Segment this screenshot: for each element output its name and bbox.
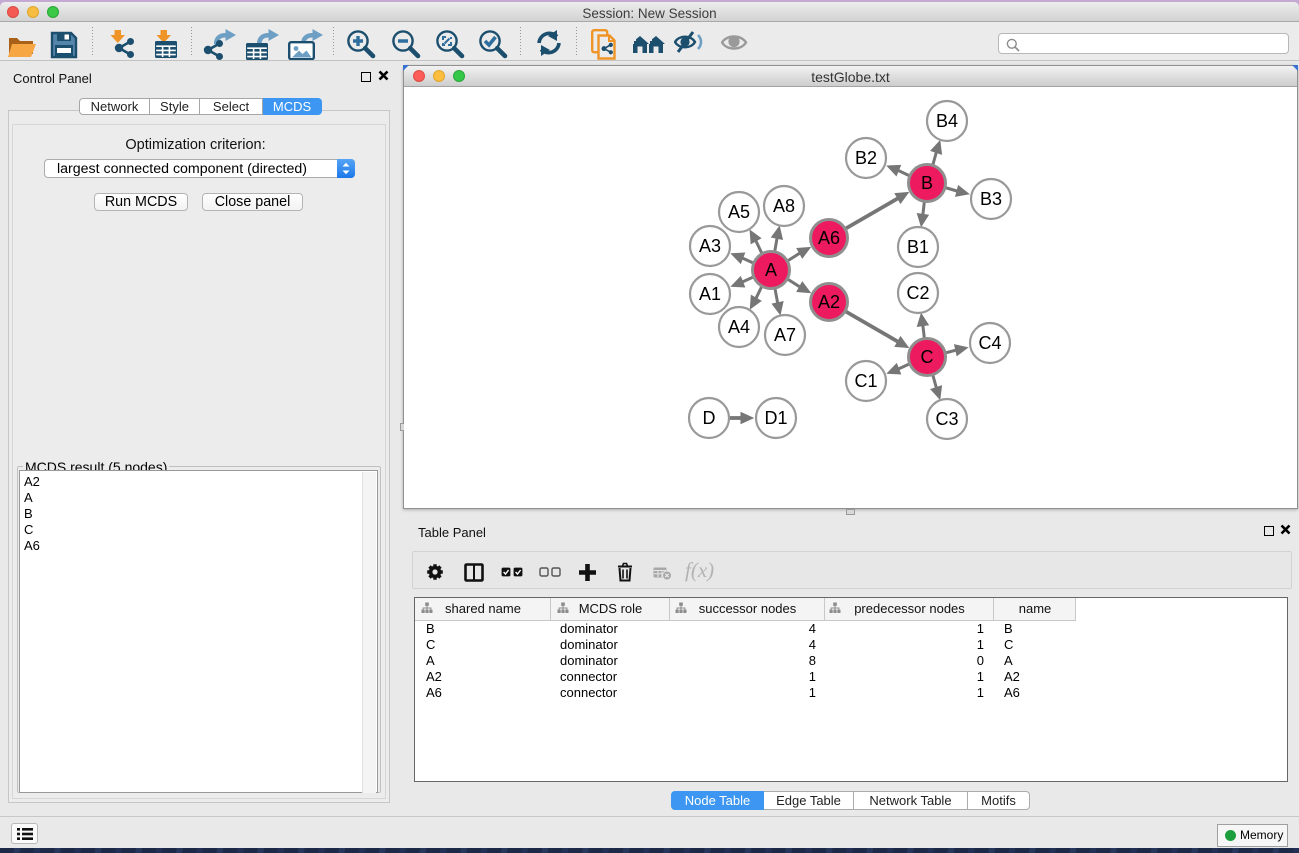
svg-text:B1: B1 bbox=[907, 237, 929, 257]
svg-text:C4: C4 bbox=[978, 333, 1001, 353]
svg-text:D: D bbox=[703, 408, 716, 428]
svg-text:B2: B2 bbox=[855, 148, 877, 168]
svg-text:A3: A3 bbox=[699, 236, 721, 256]
svg-text:A1: A1 bbox=[699, 284, 721, 304]
svg-text:A5: A5 bbox=[728, 202, 750, 222]
svg-text:A2: A2 bbox=[818, 292, 840, 312]
svg-text:B: B bbox=[921, 173, 933, 193]
svg-text:f(x): f(x) bbox=[685, 561, 714, 582]
svg-text:D1: D1 bbox=[764, 408, 787, 428]
svg-text:B3: B3 bbox=[980, 189, 1002, 209]
svg-text:A4: A4 bbox=[728, 317, 750, 337]
svg-text:B4: B4 bbox=[936, 111, 958, 131]
svg-text:A8: A8 bbox=[773, 196, 795, 216]
svg-text:A7: A7 bbox=[774, 325, 796, 345]
svg-text:C2: C2 bbox=[906, 283, 929, 303]
svg-text:A: A bbox=[765, 260, 777, 280]
svg-text:C1: C1 bbox=[854, 371, 877, 391]
svg-text:C3: C3 bbox=[935, 409, 958, 429]
svg-text:A6: A6 bbox=[818, 228, 840, 248]
svg-text:C: C bbox=[921, 347, 934, 367]
